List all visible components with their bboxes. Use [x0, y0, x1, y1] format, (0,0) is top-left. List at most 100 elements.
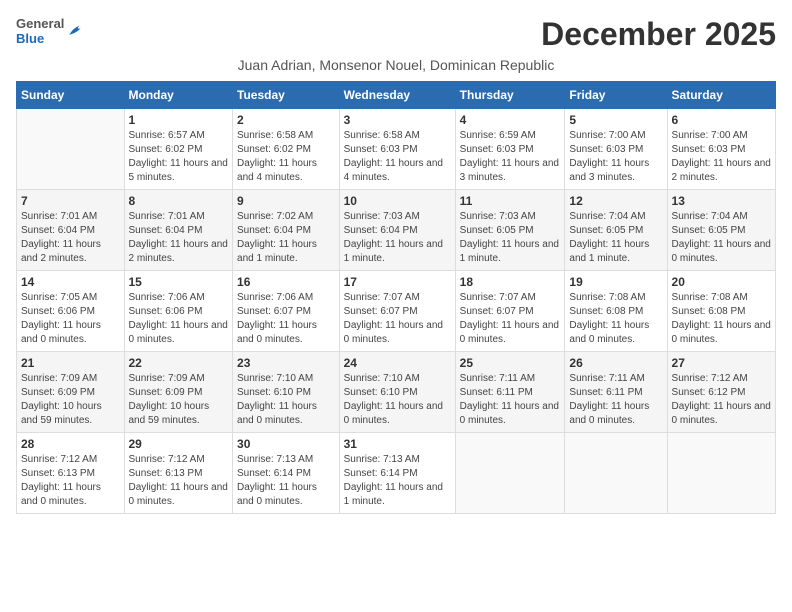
day-number: 1 — [129, 113, 229, 127]
day-number: 9 — [237, 194, 335, 208]
calendar-day-cell: 24 Sunrise: 7:10 AM Sunset: 6:10 PM Dayli… — [339, 352, 455, 433]
day-number: 2 — [237, 113, 335, 127]
calendar-day-cell: 18 Sunrise: 7:07 AM Sunset: 6:07 PM Dayli… — [455, 271, 565, 352]
weekday-header-friday: Friday — [565, 82, 667, 109]
day-info: Sunrise: 7:06 AM Sunset: 6:06 PM Dayligh… — [129, 291, 229, 347]
day-info: Sunrise: 7:08 AM Sunset: 6:08 PM Dayligh… — [569, 291, 662, 347]
weekday-header-monday: Monday — [124, 82, 233, 109]
day-info: Sunrise: 7:07 AM Sunset: 6:07 PM Dayligh… — [460, 291, 561, 347]
day-info: Sunrise: 7:12 AM Sunset: 6:13 PM Dayligh… — [129, 453, 229, 509]
logo-general: General — [16, 16, 64, 31]
calendar-week-row: 1 Sunrise: 6:57 AM Sunset: 6:02 PM Daylig… — [17, 109, 776, 190]
calendar-day-cell: 9 Sunrise: 7:02 AM Sunset: 6:04 PM Daylig… — [233, 190, 340, 271]
day-number: 12 — [569, 194, 662, 208]
calendar-day-cell: 5Sunrise: 7:00 AM Sunset: 6:03 PM Daylig… — [565, 109, 667, 190]
day-info: Sunrise: 7:11 AM Sunset: 6:11 PM Dayligh… — [569, 372, 662, 428]
day-info: Sunrise: 7:12 AM Sunset: 6:12 PM Dayligh… — [672, 372, 771, 428]
calendar-day-cell: 15Sunrise: 7:06 AM Sunset: 6:06 PM Dayli… — [124, 271, 233, 352]
day-info: Sunrise: 7:09 AM Sunset: 6:09 PM Dayligh… — [21, 372, 120, 428]
day-info: Sunrise: 6:59 AM Sunset: 6:03 PM Dayligh… — [460, 129, 561, 185]
calendar-day-cell — [667, 433, 775, 514]
day-info: Sunrise: 6:58 AM Sunset: 6:02 PM Dayligh… — [237, 129, 335, 185]
day-number: 3 — [344, 113, 451, 127]
calendar-day-cell: 6 Sunrise: 7:00 AM Sunset: 6:03 PM Daylig… — [667, 109, 775, 190]
calendar-body: 1 Sunrise: 6:57 AM Sunset: 6:02 PM Daylig… — [17, 109, 776, 514]
calendar-day-cell: 17Sunrise: 7:07 AM Sunset: 6:07 PM Dayli… — [339, 271, 455, 352]
day-number: 4 — [460, 113, 561, 127]
calendar-day-cell: 31Sunrise: 7:13 AM Sunset: 6:14 PM Dayli… — [339, 433, 455, 514]
day-number: 27 — [672, 356, 771, 370]
weekday-header-thursday: Thursday — [455, 82, 565, 109]
day-info: Sunrise: 7:06 AM Sunset: 6:07 PM Dayligh… — [237, 291, 335, 347]
calendar-day-cell: 29 Sunrise: 7:12 AM Sunset: 6:13 PM Dayli… — [124, 433, 233, 514]
day-number: 8 — [129, 194, 229, 208]
day-info: Sunrise: 7:13 AM Sunset: 6:14 PM Dayligh… — [237, 453, 335, 509]
day-number: 6 — [672, 113, 771, 127]
logo: General Blue — [16, 16, 86, 46]
day-number: 5 — [569, 113, 662, 127]
calendar-week-row: 28 Sunrise: 7:12 AM Sunset: 6:13 PM Dayli… — [17, 433, 776, 514]
day-info: Sunrise: 7:12 AM Sunset: 6:13 PM Dayligh… — [21, 453, 120, 509]
page-title: December 2025 — [541, 16, 776, 53]
calendar-day-cell: 20Sunrise: 7:08 AM Sunset: 6:08 PM Dayli… — [667, 271, 775, 352]
day-info: Sunrise: 7:04 AM Sunset: 6:05 PM Dayligh… — [569, 210, 662, 266]
day-info: Sunrise: 6:58 AM Sunset: 6:03 PM Dayligh… — [344, 129, 451, 185]
weekday-header-saturday: Saturday — [667, 82, 775, 109]
day-number: 11 — [460, 194, 561, 208]
day-info: Sunrise: 7:09 AM Sunset: 6:09 PM Dayligh… — [129, 372, 229, 428]
day-number: 26 — [569, 356, 662, 370]
calendar-day-cell: 28 Sunrise: 7:12 AM Sunset: 6:13 PM Dayli… — [17, 433, 125, 514]
day-number: 20 — [672, 275, 771, 289]
calendar-day-cell: 2 Sunrise: 6:58 AM Sunset: 6:02 PM Daylig… — [233, 109, 340, 190]
day-number: 7 — [21, 194, 120, 208]
day-number: 24 — [344, 356, 451, 370]
calendar-day-cell: 13 Sunrise: 7:04 AM Sunset: 6:05 PM Dayli… — [667, 190, 775, 271]
day-number: 13 — [672, 194, 771, 208]
calendar-day-cell: 30 Sunrise: 7:13 AM Sunset: 6:14 PM Dayli… — [233, 433, 340, 514]
day-info: Sunrise: 7:02 AM Sunset: 6:04 PM Dayligh… — [237, 210, 335, 266]
logo-bird-icon — [66, 23, 86, 39]
day-number: 17 — [344, 275, 451, 289]
day-info: Sunrise: 7:00 AM Sunset: 6:03 PM Dayligh… — [672, 129, 771, 185]
day-number: 21 — [21, 356, 120, 370]
day-info: Sunrise: 7:01 AM Sunset: 6:04 PM Dayligh… — [129, 210, 229, 266]
day-info: Sunrise: 7:13 AM Sunset: 6:14 PM Dayligh… — [344, 453, 451, 509]
day-info: Sunrise: 7:01 AM Sunset: 6:04 PM Dayligh… — [21, 210, 120, 266]
day-number: 22 — [129, 356, 229, 370]
day-info: Sunrise: 7:05 AM Sunset: 6:06 PM Dayligh… — [21, 291, 120, 347]
day-number: 19 — [569, 275, 662, 289]
day-info: Sunrise: 7:10 AM Sunset: 6:10 PM Dayligh… — [237, 372, 335, 428]
day-number: 14 — [21, 275, 120, 289]
calendar-week-row: 7 Sunrise: 7:01 AM Sunset: 6:04 PM Daylig… — [17, 190, 776, 271]
weekday-header-sunday: Sunday — [17, 82, 125, 109]
calendar-day-cell: 12 Sunrise: 7:04 AM Sunset: 6:05 PM Dayli… — [565, 190, 667, 271]
day-number: 30 — [237, 437, 335, 451]
calendar-day-cell: 14 Sunrise: 7:05 AM Sunset: 6:06 PM Dayli… — [17, 271, 125, 352]
calendar-day-cell — [17, 109, 125, 190]
day-number: 29 — [129, 437, 229, 451]
calendar-day-cell: 25 Sunrise: 7:11 AM Sunset: 6:11 PM Dayli… — [455, 352, 565, 433]
calendar-day-cell: 21 Sunrise: 7:09 AM Sunset: 6:09 PM Dayli… — [17, 352, 125, 433]
day-number: 10 — [344, 194, 451, 208]
day-info: Sunrise: 7:11 AM Sunset: 6:11 PM Dayligh… — [460, 372, 561, 428]
day-info: Sunrise: 7:04 AM Sunset: 6:05 PM Dayligh… — [672, 210, 771, 266]
day-number: 16 — [237, 275, 335, 289]
day-info: Sunrise: 6:57 AM Sunset: 6:02 PM Dayligh… — [129, 129, 229, 185]
day-number: 28 — [21, 437, 120, 451]
weekday-header-wednesday: Wednesday — [339, 82, 455, 109]
calendar-day-cell: 10Sunrise: 7:03 AM Sunset: 6:04 PM Dayli… — [339, 190, 455, 271]
calendar-day-cell: 27 Sunrise: 7:12 AM Sunset: 6:12 PM Dayli… — [667, 352, 775, 433]
calendar-day-cell: 11Sunrise: 7:03 AM Sunset: 6:05 PM Dayli… — [455, 190, 565, 271]
calendar-day-cell: 4 Sunrise: 6:59 AM Sunset: 6:03 PM Daylig… — [455, 109, 565, 190]
calendar-day-cell: 22 Sunrise: 7:09 AM Sunset: 6:09 PM Dayli… — [124, 352, 233, 433]
calendar-day-cell: 16 Sunrise: 7:06 AM Sunset: 6:07 PM Dayli… — [233, 271, 340, 352]
calendar-day-cell: 8 Sunrise: 7:01 AM Sunset: 6:04 PM Daylig… — [124, 190, 233, 271]
weekday-header-tuesday: Tuesday — [233, 82, 340, 109]
day-number: 25 — [460, 356, 561, 370]
day-number: 18 — [460, 275, 561, 289]
calendar-day-cell: 26 Sunrise: 7:11 AM Sunset: 6:11 PM Dayli… — [565, 352, 667, 433]
day-info: Sunrise: 7:10 AM Sunset: 6:10 PM Dayligh… — [344, 372, 451, 428]
logo-blue: Blue — [16, 31, 44, 46]
calendar-day-cell: 1 Sunrise: 6:57 AM Sunset: 6:02 PM Daylig… — [124, 109, 233, 190]
page-header: General Blue December 2025 — [16, 16, 776, 53]
